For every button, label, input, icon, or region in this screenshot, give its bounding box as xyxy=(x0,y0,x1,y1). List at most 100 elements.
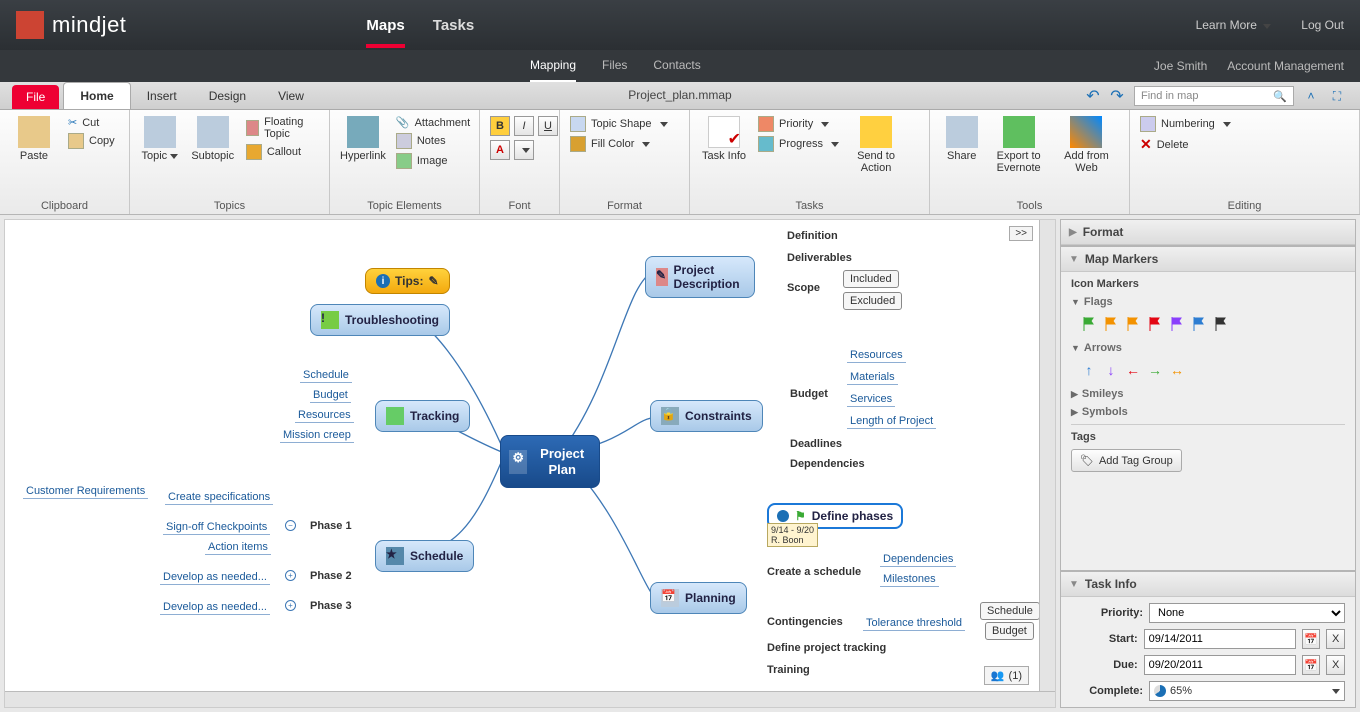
leaf-resources[interactable]: Resources xyxy=(847,348,906,363)
leaf-tol-schedule[interactable]: Schedule xyxy=(980,602,1040,620)
paste-button[interactable]: Paste xyxy=(10,116,58,162)
panel-taskinfo-header[interactable]: ▼Task Info xyxy=(1061,572,1355,597)
priority-select[interactable]: None xyxy=(1149,603,1345,623)
arrow-marker[interactable]: ↑ xyxy=(1081,362,1097,378)
node-schedule[interactable]: ★Schedule xyxy=(375,540,474,572)
vertical-scrollbar[interactable] xyxy=(1039,220,1055,691)
font-color-dropdown[interactable] xyxy=(514,140,534,160)
due-date-input[interactable] xyxy=(1144,655,1296,675)
map-canvas[interactable]: >> i Tips: ✎ ⚙ Project Plan ! xyxy=(4,219,1056,708)
redo-button[interactable]: ↷ xyxy=(1108,87,1126,105)
leaf-tracking-resources[interactable]: Resources xyxy=(295,408,354,423)
leaf-deliverables[interactable]: Deliverables xyxy=(787,252,852,264)
leaf-p2[interactable]: Develop as needed... xyxy=(160,570,270,585)
leaf-tracking-schedule[interactable]: Schedule xyxy=(300,368,352,383)
leaf-materials[interactable]: Materials xyxy=(847,370,898,385)
collapse-ribbon-button[interactable]: ˄ xyxy=(1302,87,1320,105)
leaf-action-items[interactable]: Action items xyxy=(205,540,271,555)
underline-button[interactable]: U xyxy=(538,116,558,136)
clear-start-button[interactable]: X xyxy=(1326,629,1345,649)
node-project-description[interactable]: ✎Project Description xyxy=(645,256,755,298)
topic-button[interactable]: Topic xyxy=(140,116,180,162)
arrow-marker[interactable]: → xyxy=(1147,362,1163,378)
delete-button[interactable]: ✕Delete xyxy=(1140,136,1231,153)
leaf-create-schedule[interactable]: Create a schedule xyxy=(767,566,861,578)
clear-due-button[interactable]: X xyxy=(1326,655,1345,675)
file-tab[interactable]: File xyxy=(12,85,59,109)
node-planning[interactable]: 📅Planning xyxy=(650,582,747,614)
username[interactable]: Joe Smith xyxy=(1154,59,1207,73)
leaf-excluded[interactable]: Excluded xyxy=(843,292,902,310)
leaf-deadlines[interactable]: Deadlines xyxy=(790,438,842,450)
subtopic-button[interactable]: Subtopic xyxy=(190,116,236,162)
tab-mapping[interactable]: Mapping xyxy=(530,50,576,82)
floating-topic-button[interactable]: Floating Topic xyxy=(246,116,319,140)
leaf-sched-dep[interactable]: Dependencies xyxy=(880,552,956,567)
schedule-phase3[interactable]: Phase 3 xyxy=(310,600,352,612)
smileys-heading[interactable]: ▶Smileys xyxy=(1071,388,1345,400)
leaf-p3[interactable]: Develop as needed... xyxy=(160,600,270,615)
flags-heading[interactable]: ▼Flags xyxy=(1071,296,1345,308)
leaf-create-spec[interactable]: Create specifications xyxy=(165,490,273,505)
horizontal-scrollbar[interactable] xyxy=(5,691,1055,707)
callout-button[interactable]: Callout xyxy=(246,144,319,160)
tab-maps[interactable]: Maps xyxy=(366,3,404,48)
fullscreen-button[interactable]: ⛶ xyxy=(1328,87,1346,105)
leaf-training[interactable]: Training xyxy=(767,664,810,676)
leaf-tol-budget[interactable]: Budget xyxy=(985,622,1034,640)
attachment-button[interactable]: 📎Attachment xyxy=(396,116,470,129)
leaf-tracking-budget[interactable]: Budget xyxy=(310,388,351,403)
node-constraints[interactable]: 🔒Constraints xyxy=(650,400,763,432)
italic-button[interactable]: I xyxy=(514,116,534,136)
node-project-plan[interactable]: ⚙ Project Plan xyxy=(500,435,600,488)
flag-marker[interactable] xyxy=(1081,316,1097,332)
panel-format-header[interactable]: ▶Format xyxy=(1061,220,1355,245)
complete-select[interactable]: 65% xyxy=(1149,681,1345,701)
share-button[interactable]: Share xyxy=(940,116,983,162)
leaf-length[interactable]: Length of Project xyxy=(847,414,936,429)
node-tracking[interactable]: Tracking xyxy=(375,400,470,432)
node-troubleshooting[interactable]: !Troubleshooting xyxy=(310,304,450,336)
expand-button[interactable]: + xyxy=(285,570,296,581)
ribbon-tab-home[interactable]: Home xyxy=(63,82,130,109)
flag-marker[interactable] xyxy=(1147,316,1163,332)
learn-more-link[interactable]: Learn More xyxy=(1196,18,1272,32)
leaf-sched-mile[interactable]: Milestones xyxy=(880,572,939,587)
export-evernote-button[interactable]: Export to Evernote xyxy=(993,116,1044,174)
progress-button[interactable]: Progress xyxy=(758,136,839,152)
date-picker-button[interactable]: 📅 xyxy=(1302,655,1321,675)
topic-shape-button[interactable]: Topic Shape xyxy=(570,116,668,132)
arrow-marker[interactable]: ← xyxy=(1125,362,1141,378)
numbering-button[interactable]: Numbering xyxy=(1140,116,1231,132)
flag-marker[interactable] xyxy=(1213,316,1229,332)
add-tag-group-button[interactable]: 🏷Add Tag Group xyxy=(1071,449,1182,472)
find-in-map-input[interactable]: Find in map 🔍 xyxy=(1134,86,1294,106)
font-color-button[interactable]: A xyxy=(490,140,510,160)
panel-markers-header[interactable]: ▼Map Markers xyxy=(1061,247,1355,272)
ribbon-tab-design[interactable]: Design xyxy=(193,83,262,109)
arrows-heading[interactable]: ▼Arrows xyxy=(1071,342,1345,354)
leaf-contingencies[interactable]: Contingencies xyxy=(767,616,843,628)
taskinfo-button[interactable]: ✔Task Info xyxy=(700,116,748,162)
add-from-web-button[interactable]: Add from Web xyxy=(1054,116,1119,174)
leaf-services[interactable]: Services xyxy=(847,392,895,407)
cut-button[interactable]: ✂Cut xyxy=(68,116,115,129)
undo-button[interactable]: ↶ xyxy=(1084,87,1102,105)
expand-button[interactable]: − xyxy=(285,520,296,531)
leaf-customer-req[interactable]: Customer Requirements xyxy=(23,484,148,499)
leaf-tolerance[interactable]: Tolerance threshold xyxy=(863,616,965,631)
schedule-phase1[interactable]: Phase 1 xyxy=(310,520,352,532)
notes-button[interactable]: Notes xyxy=(396,133,470,149)
flag-marker[interactable] xyxy=(1103,316,1119,332)
start-date-input[interactable] xyxy=(1144,629,1296,649)
schedule-phase2[interactable]: Phase 2 xyxy=(310,570,352,582)
flag-marker[interactable] xyxy=(1169,316,1185,332)
send-to-action-button[interactable]: Send to Action xyxy=(849,116,903,174)
arrow-marker[interactable]: ↓ xyxy=(1103,362,1119,378)
leaf-define-project-tracking[interactable]: Define project tracking xyxy=(767,642,886,654)
flag-marker[interactable] xyxy=(1191,316,1207,332)
flag-marker[interactable] xyxy=(1125,316,1141,332)
bold-button[interactable]: B xyxy=(490,116,510,136)
image-button[interactable]: Image xyxy=(396,153,470,169)
tab-contacts[interactable]: Contacts xyxy=(653,50,700,82)
